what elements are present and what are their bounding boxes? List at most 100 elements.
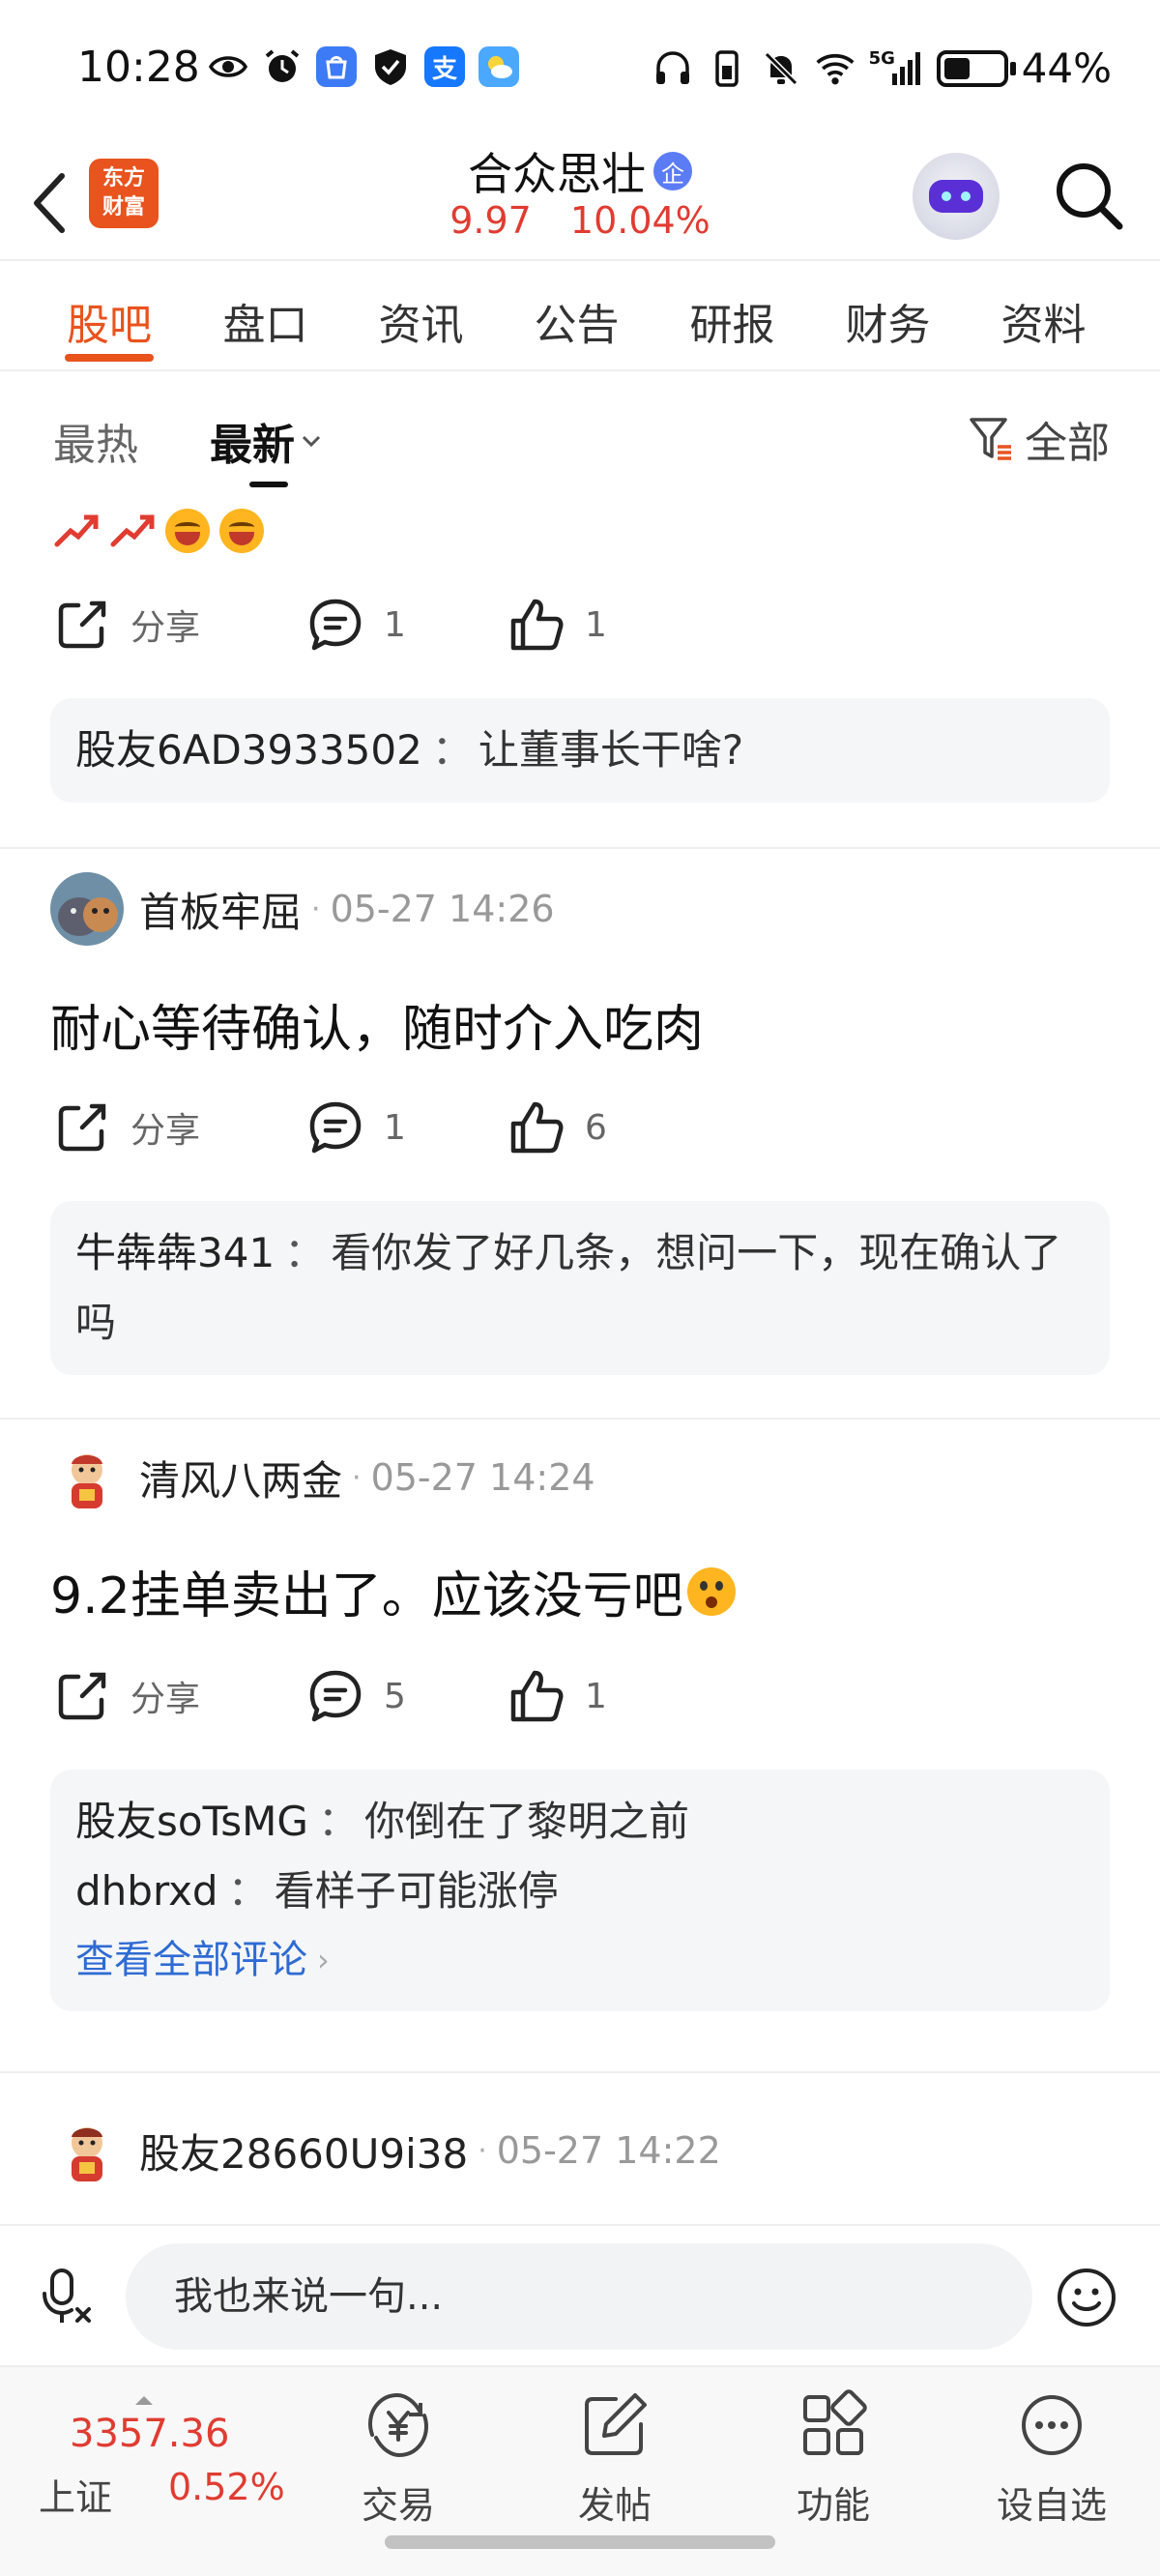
comment-sep: ： [317, 1798, 359, 1845]
market-index-ticker[interactable]: 3357.36 上证 0.52% [39, 2396, 309, 2532]
tab-announcements[interactable]: 公告 [499, 263, 654, 369]
share-button[interactable]: 分享 [53, 1667, 200, 1725]
filter-button[interactable]: 全部 [967, 408, 1110, 470]
comment-preview[interactable]: 牛犇犇341：看你发了好几条，想问一下，现在确认了吗 [50, 1201, 1110, 1375]
share-button[interactable]: 分享 [53, 596, 200, 654]
robot-eye [961, 191, 971, 201]
grid-icon [795, 2386, 872, 2464]
nav-trade[interactable]: 交易 [321, 2381, 476, 2535]
share-label: 分享 [130, 608, 201, 648]
avatar[interactable] [50, 2114, 124, 2187]
thumbs-up-icon [508, 596, 566, 654]
post-text-row: 9.2挂单卖出了。应该没亏吧 [50, 1555, 736, 1627]
post-actions: 分享 1 1 [53, 596, 730, 663]
post-card[interactable]: 清风八两金 · 05-27 14:24 9.2挂单卖出了。应该没亏吧 分享 5 … [0, 1420, 1160, 2077]
comment-count: 1 [384, 1107, 406, 1148]
post-card[interactable]: 股友28660U9i38 · 05-27 14:22 [0, 2073, 1160, 2224]
separator-dot: · [311, 892, 321, 926]
comment-button[interactable]: 1 [306, 1098, 406, 1156]
comment-user[interactable]: 股友soTsMG [75, 1798, 308, 1845]
reply-input[interactable] [126, 2243, 1032, 2350]
search-button[interactable] [1050, 157, 1127, 234]
comment-sep: ： [227, 1867, 269, 1915]
comment-item: 股友soTsMG：你倒在了黎明之前 [75, 1787, 1085, 1857]
avatar[interactable] [50, 1441, 124, 1514]
nav-functions-label: 功能 [796, 2484, 870, 2527]
comment-preview[interactable]: 股友soTsMG：你倒在了黎明之前 dhbrxd：看样子可能涨停 查看全部评论 … [50, 1770, 1110, 2011]
share-icon [53, 1098, 111, 1156]
nav-functions[interactable]: 功能 [756, 2381, 911, 2535]
separator-dot: · [478, 2133, 487, 2168]
nav-compose-label: 发帖 [577, 2484, 652, 2527]
voice-input-button[interactable] [37, 2263, 104, 2330]
like-count: 6 [585, 1107, 607, 1148]
tab-pankou[interactable]: 盘口 [188, 263, 343, 369]
more-dots-icon [1013, 2386, 1090, 2464]
nav-trade-label: 交易 [361, 2484, 435, 2527]
sort-newest[interactable]: 最新 [210, 410, 324, 472]
share-button[interactable]: 分享 [53, 1098, 200, 1156]
tab-guba[interactable]: 股吧 [31, 263, 188, 369]
comment-icon [306, 1667, 364, 1725]
status-right-icons: 5G 44% [652, 44, 1112, 92]
post-card[interactable]: 首板牢屈 · 05-27 14:26 耐心等待确认，随时介入吃肉 分享 1 6 … [0, 849, 1160, 1418]
comment-button[interactable]: 1 [306, 596, 406, 654]
post-time: 05-27 14:22 [496, 2129, 721, 2172]
comment-user[interactable]: dhbrxd [75, 1867, 218, 1915]
tab-news[interactable]: 资讯 [343, 263, 499, 369]
comment-icon [306, 1098, 364, 1156]
emoji-button[interactable] [1052, 2263, 1121, 2332]
sort-newest-label: 最新 [210, 421, 295, 470]
post-author-row: 清风八两金 · 05-27 14:24 [50, 1441, 595, 1514]
post-content [53, 509, 264, 553]
tab-research[interactable]: 研报 [654, 263, 810, 369]
comment-user[interactable]: 股友6AD3933502 [75, 726, 422, 774]
chevron-down-icon [302, 435, 321, 448]
post-text: 9.2挂单卖出了。应该没亏吧 [50, 1567, 683, 1625]
like-button[interactable]: 1 [508, 596, 607, 654]
post-author-row: 股友28660U9i38 · 05-27 14:22 [50, 2114, 721, 2187]
nav-compose[interactable]: 发帖 [537, 2381, 692, 2535]
app-store-icon [316, 46, 357, 87]
ai-assistant-robot-icon[interactable] [913, 153, 1000, 240]
like-count: 1 [585, 1676, 607, 1716]
microphone-icon [43, 2269, 91, 2323]
home-indicator[interactable] [385, 2535, 775, 2549]
comment-item: 股友6AD3933502：让董事长干啥? [75, 716, 1085, 785]
comment-user[interactable]: 牛犇犇341 [75, 1229, 275, 1276]
wifi-icon [815, 48, 856, 89]
section-tabs: 股吧 盘口 资讯 公告 研报 财务 资料 [0, 263, 1160, 371]
verified-company-badge: 企 [653, 152, 692, 190]
comment-button[interactable]: 5 [306, 1667, 406, 1725]
trend-up-icon [54, 514, 99, 547]
nav-add-watchlist[interactable]: 设自选 [974, 2381, 1129, 2535]
post-time: 05-27 14:26 [330, 888, 555, 930]
view-all-comments-link[interactable]: 查看全部评论 › [75, 1926, 1085, 1994]
post-author[interactable]: 股友28660U9i38 [139, 2122, 468, 2181]
like-button[interactable]: 1 [508, 1667, 607, 1725]
emoji-icon [1058, 2269, 1116, 2327]
stock-name-wrap: 合众思壮 企 [468, 139, 692, 203]
comment-preview[interactable]: 股友6AD3933502：让董事长干啥? [50, 698, 1110, 803]
post-card[interactable]: 分享 1 1 股友6AD3933502：让董事长干啥? [0, 489, 1160, 847]
alipay-icon: 支 [424, 46, 465, 87]
index-name: 上证 [39, 2476, 113, 2519]
status-time: 10:28 [77, 43, 200, 92]
view-all-label: 查看全部评论 [75, 1938, 307, 1982]
tab-finance[interactable]: 财务 [810, 263, 966, 369]
status-left-icons: 支 [208, 46, 519, 87]
mute-bell-icon [761, 48, 801, 89]
avatar[interactable] [50, 872, 124, 946]
sort-active-indicator [249, 482, 288, 487]
battery-percent: 44% [1021, 44, 1112, 92]
post-author[interactable]: 首板牢屈 [139, 880, 302, 939]
sort-hottest[interactable]: 最热 [53, 410, 138, 472]
like-button[interactable]: 6 [508, 1098, 607, 1156]
post-author[interactable]: 清风八两金 [139, 1449, 342, 1508]
share-icon [53, 596, 111, 654]
stock-name: 合众思壮 [468, 148, 646, 200]
comment-text: 你倒在了黎明之前 [363, 1798, 689, 1845]
search-icon [1057, 163, 1123, 230]
surprised-emoji [686, 1566, 736, 1616]
tab-profile[interactable]: 资料 [966, 263, 1121, 369]
